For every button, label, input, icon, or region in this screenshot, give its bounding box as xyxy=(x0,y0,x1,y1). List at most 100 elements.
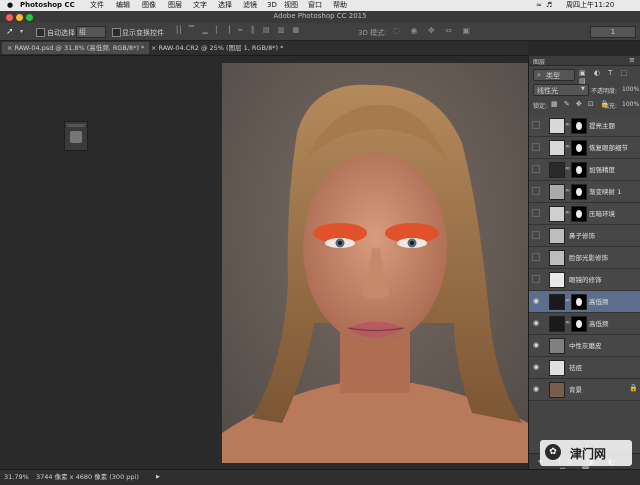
visibility-eye-icon[interactable]: ◉ xyxy=(532,319,540,327)
show-transform-checkbox[interactable] xyxy=(112,28,121,37)
layer-row[interactable]: ∞ 渐变映射 1 xyxy=(529,181,640,203)
zoom-level[interactable]: 31.79% xyxy=(4,470,29,484)
status-doc-info[interactable]: 3744 像素 x 4680 像素 (300 ppi) xyxy=(36,470,139,484)
menu-type[interactable]: 文字 xyxy=(193,0,207,11)
tool-preset-chevron-icon[interactable]: ▾ xyxy=(20,28,23,35)
layer-name[interactable]: 高低频 xyxy=(589,318,609,328)
layer-mask-thumbnail[interactable] xyxy=(571,206,587,222)
status-arrow-icon[interactable]: ▶ xyxy=(156,470,160,484)
mask-link-icon[interactable]: ∞ xyxy=(565,187,570,194)
visibility-eye-icon[interactable]: ◉ xyxy=(532,363,540,371)
tab-raw04-psd[interactable]: × RAW-04.psd @ 31.8% (高低频, RGB/8*) * xyxy=(2,42,150,54)
fill-input[interactable]: 100% xyxy=(622,101,639,108)
layer-name[interactable]: 加强精度 xyxy=(589,164,615,174)
menu-app-name[interactable]: Photoshop CC xyxy=(20,0,75,11)
menu-image[interactable]: 图像 xyxy=(142,0,156,11)
layer-thumbnail[interactable] xyxy=(549,272,565,288)
auto-select-dropdown[interactable]: 组 xyxy=(76,26,106,38)
layer-row[interactable]: 眼镜的修饰 xyxy=(529,269,640,291)
blend-mode-dropdown[interactable]: 线性光 ▼ xyxy=(533,84,589,96)
auto-select-checkbox[interactable] xyxy=(36,28,45,37)
tab-raw04-cr2[interactable]: × RAW-04.CR2 @ 25% (图层 1, RGB/8*) * xyxy=(146,42,288,54)
layer-row[interactable]: ◉ ∞ 高低频 xyxy=(529,313,640,335)
layer-row[interactable]: ∞ 压暗环境 xyxy=(529,203,640,225)
layer-name[interactable]: 背景 xyxy=(569,384,582,394)
visibility-eye-icon[interactable] xyxy=(532,121,540,129)
layer-thumbnail[interactable] xyxy=(549,316,565,332)
menu-3d[interactable]: 3D xyxy=(267,0,277,11)
layer-mask-thumbnail[interactable] xyxy=(571,294,587,310)
layer-name[interactable]: 眼镜的修饰 xyxy=(569,274,602,284)
layer-thumbnail[interactable] xyxy=(549,360,565,376)
mask-link-icon[interactable]: ∞ xyxy=(565,165,570,172)
mode-3d-tools[interactable]: ◌ ◉ ✥ ⇔ ▣ xyxy=(393,26,474,35)
layer-thumbnail[interactable] xyxy=(549,338,565,354)
menu-window[interactable]: 窗口 xyxy=(308,0,322,11)
layer-name[interactable]: 恢复眼部细节 xyxy=(589,142,628,152)
tab-close-icon[interactable]: × xyxy=(7,44,15,52)
opacity-input[interactable]: 100% xyxy=(622,86,639,93)
menu-edit[interactable]: 编辑 xyxy=(116,0,130,11)
layer-mask-thumbnail[interactable] xyxy=(571,316,587,332)
visibility-eye-icon[interactable]: ◉ xyxy=(532,385,540,393)
layer-row[interactable]: ◉ 中性灰磨皮 xyxy=(529,335,640,357)
visibility-eye-icon[interactable] xyxy=(532,231,540,239)
menu-help[interactable]: 帮助 xyxy=(333,0,347,11)
floating-tool-panel[interactable] xyxy=(64,121,88,151)
layer-name[interactable]: 提亮主题 xyxy=(589,120,615,130)
panel-grip[interactable] xyxy=(67,124,85,127)
visibility-eye-icon[interactable]: ◉ xyxy=(532,341,540,349)
layer-row[interactable]: 鼻子修饰 xyxy=(529,225,640,247)
layer-name[interactable]: 鼻子修饰 xyxy=(569,230,595,240)
layer-row[interactable]: ∞ 提亮主题 xyxy=(529,115,640,137)
align-buttons-group[interactable]: ▕▏▔ ▁ ▏▕ ═ ║ ▤ ▥ ▦ xyxy=(172,26,322,37)
tool-preset-icon[interactable] xyxy=(70,131,82,143)
tab-close-icon[interactable]: × xyxy=(151,44,159,52)
apple-menu-icon[interactable]: ● xyxy=(7,0,13,11)
layer-name[interactable]: 祛痘 xyxy=(569,362,582,372)
filter-kind-icons[interactable]: ▣ ◐ T ⬚ ▤ xyxy=(579,69,640,85)
layer-thumbnail[interactable] xyxy=(549,228,565,244)
mask-link-icon[interactable]: ∞ xyxy=(565,297,570,304)
layer-thumbnail[interactable] xyxy=(549,294,565,310)
visibility-eye-icon[interactable] xyxy=(532,187,540,195)
panel-menu-icon[interactable]: ≡ xyxy=(629,56,635,64)
layer-thumbnail[interactable] xyxy=(549,140,565,156)
layer-mask-thumbnail[interactable] xyxy=(571,162,587,178)
layer-mask-thumbnail[interactable] xyxy=(571,140,587,156)
layer-name[interactable]: 高低频 xyxy=(589,296,609,306)
visibility-eye-icon[interactable] xyxy=(532,165,540,173)
layer-name[interactable]: 中性灰磨皮 xyxy=(569,340,602,350)
menu-clock[interactable]: 周四上午11:20 xyxy=(566,0,614,11)
layers-tab[interactable]: 图层 xyxy=(533,57,545,66)
document-photo[interactable] xyxy=(222,63,528,463)
move-tool-icon[interactable]: ➚ xyxy=(6,27,14,37)
layer-thumbnail[interactable] xyxy=(549,206,565,222)
layer-thumbnail[interactable] xyxy=(549,162,565,178)
lock-icons[interactable]: ▦ ✎ ✥ ⊡ 🔒 xyxy=(551,100,611,108)
menu-filter[interactable]: 滤镜 xyxy=(243,0,257,11)
layer-row[interactable]: ∞ 恢复眼部细节 xyxy=(529,137,640,159)
layer-name[interactable]: 压暗环境 xyxy=(589,208,615,218)
visibility-eye-icon[interactable] xyxy=(532,143,540,151)
layer-row[interactable]: ◉ ∞ 高低频 xyxy=(529,291,640,313)
mask-link-icon[interactable]: ∞ xyxy=(565,121,570,128)
layer-mask-thumbnail[interactable] xyxy=(571,184,587,200)
menu-file[interactable]: 文件 xyxy=(90,0,104,11)
layer-name[interactable]: 脸部光影修饰 xyxy=(569,252,608,262)
layer-name[interactable]: 渐变映射 1 xyxy=(589,186,621,196)
wifi-icon[interactable]: ≈ xyxy=(536,0,542,11)
menu-view[interactable]: 视图 xyxy=(284,0,298,11)
visibility-eye-icon[interactable] xyxy=(532,209,540,217)
mask-link-icon[interactable]: ∞ xyxy=(565,209,570,216)
layer-thumbnail[interactable] xyxy=(549,382,565,398)
menu-layer[interactable]: 图层 xyxy=(168,0,182,11)
layer-row[interactable]: 脸部光影修饰 xyxy=(529,247,640,269)
visibility-eye-icon[interactable] xyxy=(532,253,540,261)
layer-row[interactable]: ∞ 加强精度 xyxy=(529,159,640,181)
layer-thumbnail[interactable] xyxy=(549,184,565,200)
visibility-eye-icon[interactable]: ◉ xyxy=(532,297,540,305)
layer-row[interactable]: ◉ 背景 🔒 xyxy=(529,379,640,401)
workspace-switcher[interactable]: 1 xyxy=(590,26,636,38)
visibility-eye-icon[interactable] xyxy=(532,275,540,283)
